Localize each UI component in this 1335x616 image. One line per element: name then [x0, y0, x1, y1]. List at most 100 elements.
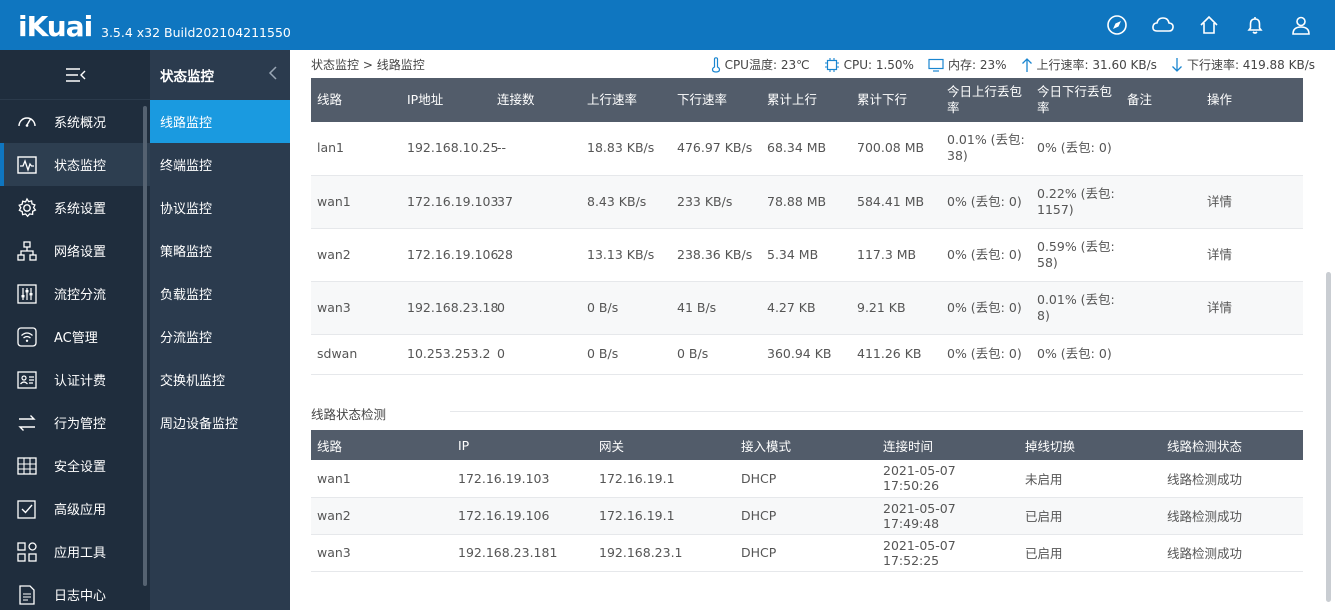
table-cell: 2021-05-07 17:50:26: [877, 460, 1019, 498]
table-cell: 9.21 KB: [851, 281, 941, 335]
table-cell: 172.16.19.106: [401, 228, 498, 282]
table-cell: 172.16.19.106: [452, 497, 593, 535]
column-header: IP: [452, 430, 593, 460]
column-header: 网关: [593, 430, 735, 460]
breadcrumb-parent[interactable]: 状态监控: [311, 58, 359, 72]
subnav-item-6[interactable]: 交换机监控: [150, 358, 290, 401]
table-cell: 476.97 KB/s: [671, 122, 761, 176]
table-cell: 0: [491, 334, 581, 375]
arrow-down-icon: [1171, 57, 1182, 72]
details-link[interactable]: 详情: [1201, 228, 1303, 282]
document-icon: [16, 584, 38, 606]
subnav-item-7[interactable]: 周边设备监控: [150, 401, 290, 444]
table-cell: [1121, 175, 1201, 229]
upload-value: 上行速率: 31.60 KB/s: [1036, 58, 1157, 72]
subnav-item-0[interactable]: 线路监控: [150, 100, 290, 143]
sidebar-item-4[interactable]: 流控分流: [0, 272, 150, 315]
subnav-item-1[interactable]: 终端监控: [150, 143, 290, 186]
memory-stat: 内存: 23%: [928, 56, 1007, 73]
sidebar-item-label: 行为管控: [54, 417, 107, 432]
table-cell: 172.16.19.103: [452, 460, 593, 498]
table-row: wan1 172.16.19.103 37 8.43 KB/s 233 KB/s 78.8…: [311, 175, 1303, 229]
main-sidebar: 系统概况状态监控系统设置网络设置流控分流 AC管理 认证计费行为管控安全设置高级应用…: [0, 50, 150, 610]
subnav-item-3[interactable]: 策略监控: [150, 229, 290, 272]
column-header: 接入模式: [735, 430, 877, 460]
cloud-icon[interactable]: [1151, 13, 1175, 37]
line-detect-table: 线路 IP 网关 接入模式 连接时间 掉线切换 线路检测状态 wan1 172.16.19.1…: [311, 430, 1303, 572]
sidebar-item-label: 网络设置: [54, 245, 107, 260]
info-bar: 状态监控 > 线路监控 CPU温度: 23℃ CPU: 1.50% 内存: 23…: [290, 50, 1335, 78]
wifi-icon: [16, 326, 38, 348]
column-header: 累计下行: [851, 78, 941, 122]
table-cell: 192.168.10.25: [401, 122, 498, 176]
table-cell: wan2: [311, 228, 401, 282]
table-cell: 192.168.23.1: [593, 534, 735, 572]
table-cell: 192.168.23.18: [401, 281, 498, 335]
sidebar-item-label: 应用工具: [54, 546, 107, 561]
table-cell: 68.34 MB: [761, 122, 851, 176]
sidebar-item-0[interactable]: 系统概况: [0, 100, 150, 143]
table-cell: 0% (丢包: 0): [941, 281, 1031, 335]
details-link[interactable]: 详情: [1201, 281, 1303, 335]
menu-collapse-icon[interactable]: [63, 66, 87, 84]
subnav-item-2[interactable]: 协议监控: [150, 186, 290, 229]
sidebar-item-9[interactable]: 高级应用: [0, 487, 150, 530]
sidebar-item-5[interactable]: AC管理: [0, 315, 150, 358]
section-divider: [450, 411, 1303, 412]
details-link: [1201, 334, 1303, 375]
sidebar-toggle[interactable]: [0, 50, 150, 100]
user-icon[interactable]: [1289, 13, 1313, 37]
table-row: wan3 192.168.23.18 0 0 B/s 41 B/s 4.27 KB 9.21…: [311, 281, 1303, 335]
sidebar-item-7[interactable]: 行为管控: [0, 401, 150, 444]
sidebar-item-3[interactable]: 网络设置: [0, 229, 150, 272]
ikuai-logo[interactable]: iKuai: [18, 10, 93, 43]
table-cell: 0% (丢包: 0): [1031, 122, 1121, 176]
download-value: 下行速率: 419.88 KB/s: [1186, 58, 1315, 72]
column-header: 累计上行: [761, 78, 851, 122]
compass-icon[interactable]: [1105, 13, 1129, 37]
detect-status: 线路检测成功: [1161, 497, 1303, 535]
table-cell: 700.08 MB: [851, 122, 941, 176]
sidebar-item-1[interactable]: 状态监控: [0, 143, 150, 186]
breadcrumb-sep: >: [362, 58, 373, 72]
collapse-chevron-icon[interactable]: [268, 66, 278, 84]
monitor-icon: [928, 58, 944, 72]
content-scrollbar[interactable]: [1326, 272, 1331, 602]
table-cell: 0% (丢包: 0): [1031, 334, 1121, 375]
table-cell: 0.59% (丢包: 58): [1031, 228, 1121, 282]
table-cell: DHCP: [735, 497, 877, 535]
sidebar-item-label: 流控分流: [54, 288, 107, 303]
bell-icon[interactable]: [1243, 13, 1267, 37]
column-header: IP地址: [401, 78, 491, 122]
column-header: 上行速率: [581, 78, 671, 122]
sidebar-item-10[interactable]: 应用工具: [0, 530, 150, 573]
table-cell: 0 B/s: [581, 334, 671, 375]
table-cell: 0.01% (丢包: 8): [1031, 281, 1121, 335]
table-row: wan2 172.16.19.106 172.16.19.1 DHCP 2021-05-…: [311, 497, 1303, 535]
table-cell: 0% (丢包: 0): [941, 175, 1031, 229]
subnav-item-5[interactable]: 分流监控: [150, 315, 290, 358]
table-cell: 238.36 KB/s: [671, 228, 761, 282]
sidebar-scrollbar[interactable]: [143, 106, 147, 586]
table-cell: 37: [491, 175, 581, 229]
cpu-stat: CPU: 1.50%: [824, 56, 914, 73]
sidebar-item-8[interactable]: 安全设置: [0, 444, 150, 487]
sidebar-item-label: 高级应用: [54, 503, 107, 518]
main-content: 状态监控 > 线路监控 CPU温度: 23℃ CPU: 1.50% 内存: 23…: [290, 50, 1335, 610]
upload-stat: 上行速率: 31.60 KB/s: [1021, 56, 1157, 73]
subnav-item-4[interactable]: 负载监控: [150, 272, 290, 315]
home-icon[interactable]: [1197, 13, 1221, 37]
sidebar-item-label: 系统设置: [54, 202, 107, 217]
table-cell: --: [491, 122, 581, 176]
sidebar-item-2[interactable]: 系统设置: [0, 186, 150, 229]
table-cell: wan3: [311, 534, 452, 572]
sidebar-item-6[interactable]: 认证计费: [0, 358, 150, 401]
column-header: 备注: [1121, 78, 1201, 122]
column-header: 下行速率: [671, 78, 761, 122]
grid-icon: [16, 455, 38, 477]
details-link[interactable]: 详情: [1201, 175, 1303, 229]
table-cell: 360.94 KB: [761, 334, 851, 375]
sidebar-item-label: 状态监控: [54, 159, 107, 174]
id-card-icon: [16, 369, 38, 391]
subnav-title-label: 状态监控: [160, 69, 214, 85]
